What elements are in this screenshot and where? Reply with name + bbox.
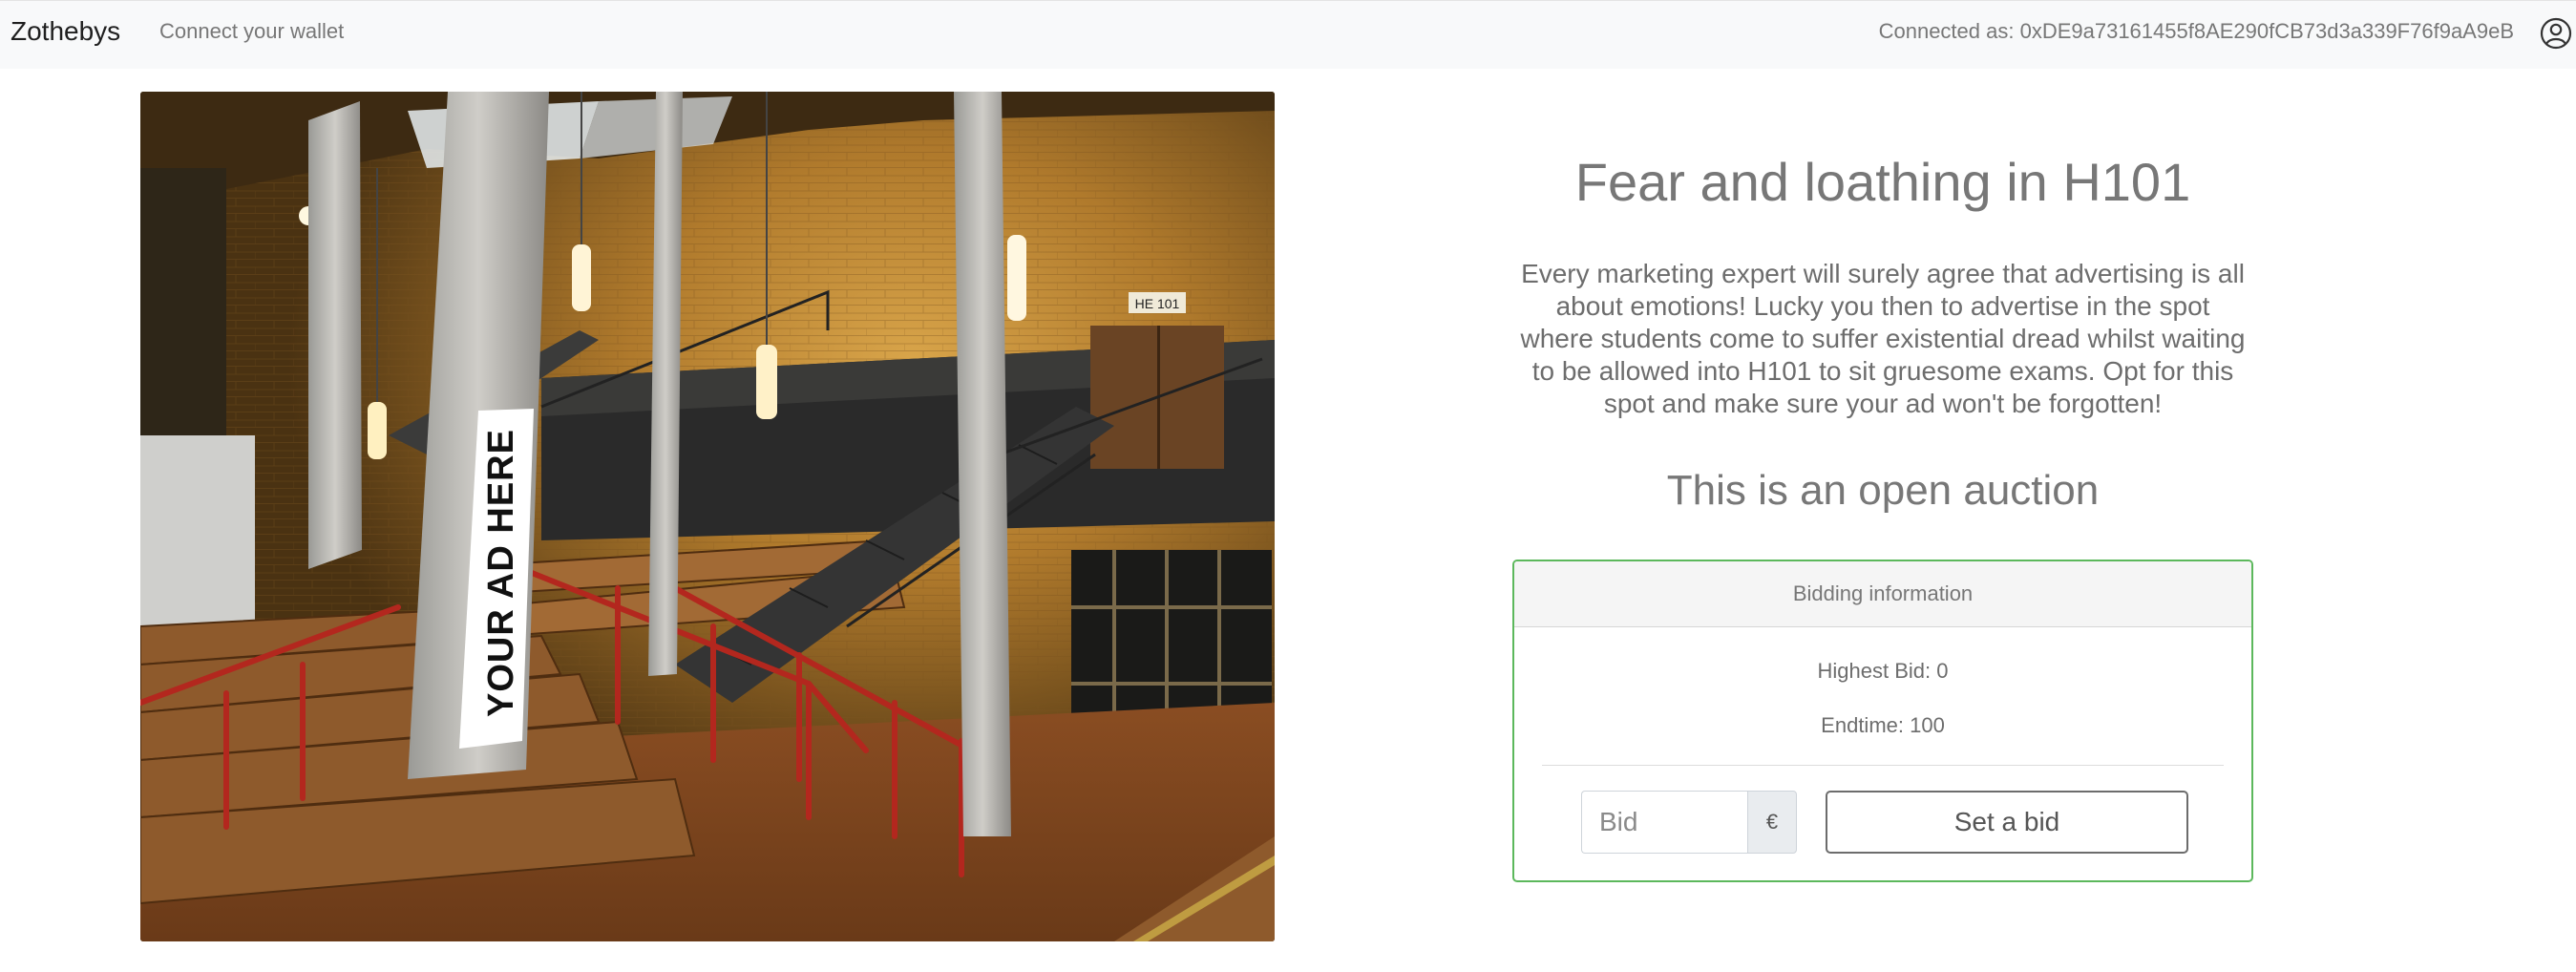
user-circle-icon[interactable] bbox=[2540, 17, 2572, 50]
your-ad-here-banner-text: YOUR AD HERE bbox=[481, 429, 521, 717]
navbar: Zothebys Connect your wallet Connected a… bbox=[0, 0, 2576, 69]
card-divider bbox=[1542, 765, 2224, 766]
brand-link[interactable]: Zothebys bbox=[11, 16, 120, 47]
auction-type-heading: This is an open auction bbox=[1666, 467, 2100, 514]
bid-amount-input[interactable] bbox=[1581, 791, 1747, 854]
bidding-card-header: Bidding information bbox=[1514, 561, 2251, 627]
set-bid-button[interactable]: Set a bid bbox=[1826, 791, 2188, 854]
bidding-card: Bidding information Highest Bid: 0 Endti… bbox=[1512, 560, 2253, 882]
connect-wallet-link[interactable]: Connect your wallet bbox=[159, 19, 344, 44]
connected-account-label: Connected as: 0xDE9a73161455f8AE290fCB73… bbox=[1878, 19, 2514, 43]
endtime-text: Endtime: 100 bbox=[1821, 713, 1945, 737]
highest-bid-text: Highest Bid: 0 bbox=[1817, 659, 1949, 683]
listing-description: Every marketing expert will surely agree… bbox=[1520, 259, 2246, 418]
listing-title: Fear and loathing in H101 bbox=[1574, 152, 2191, 212]
advertising-spot-image: HE 101 YOUR AD HERE bbox=[140, 92, 1275, 941]
euro-currency-addon: € bbox=[1747, 791, 1797, 854]
bid-input-group: € bbox=[1581, 791, 1797, 854]
room-sign-text: HE 101 bbox=[1135, 296, 1180, 311]
